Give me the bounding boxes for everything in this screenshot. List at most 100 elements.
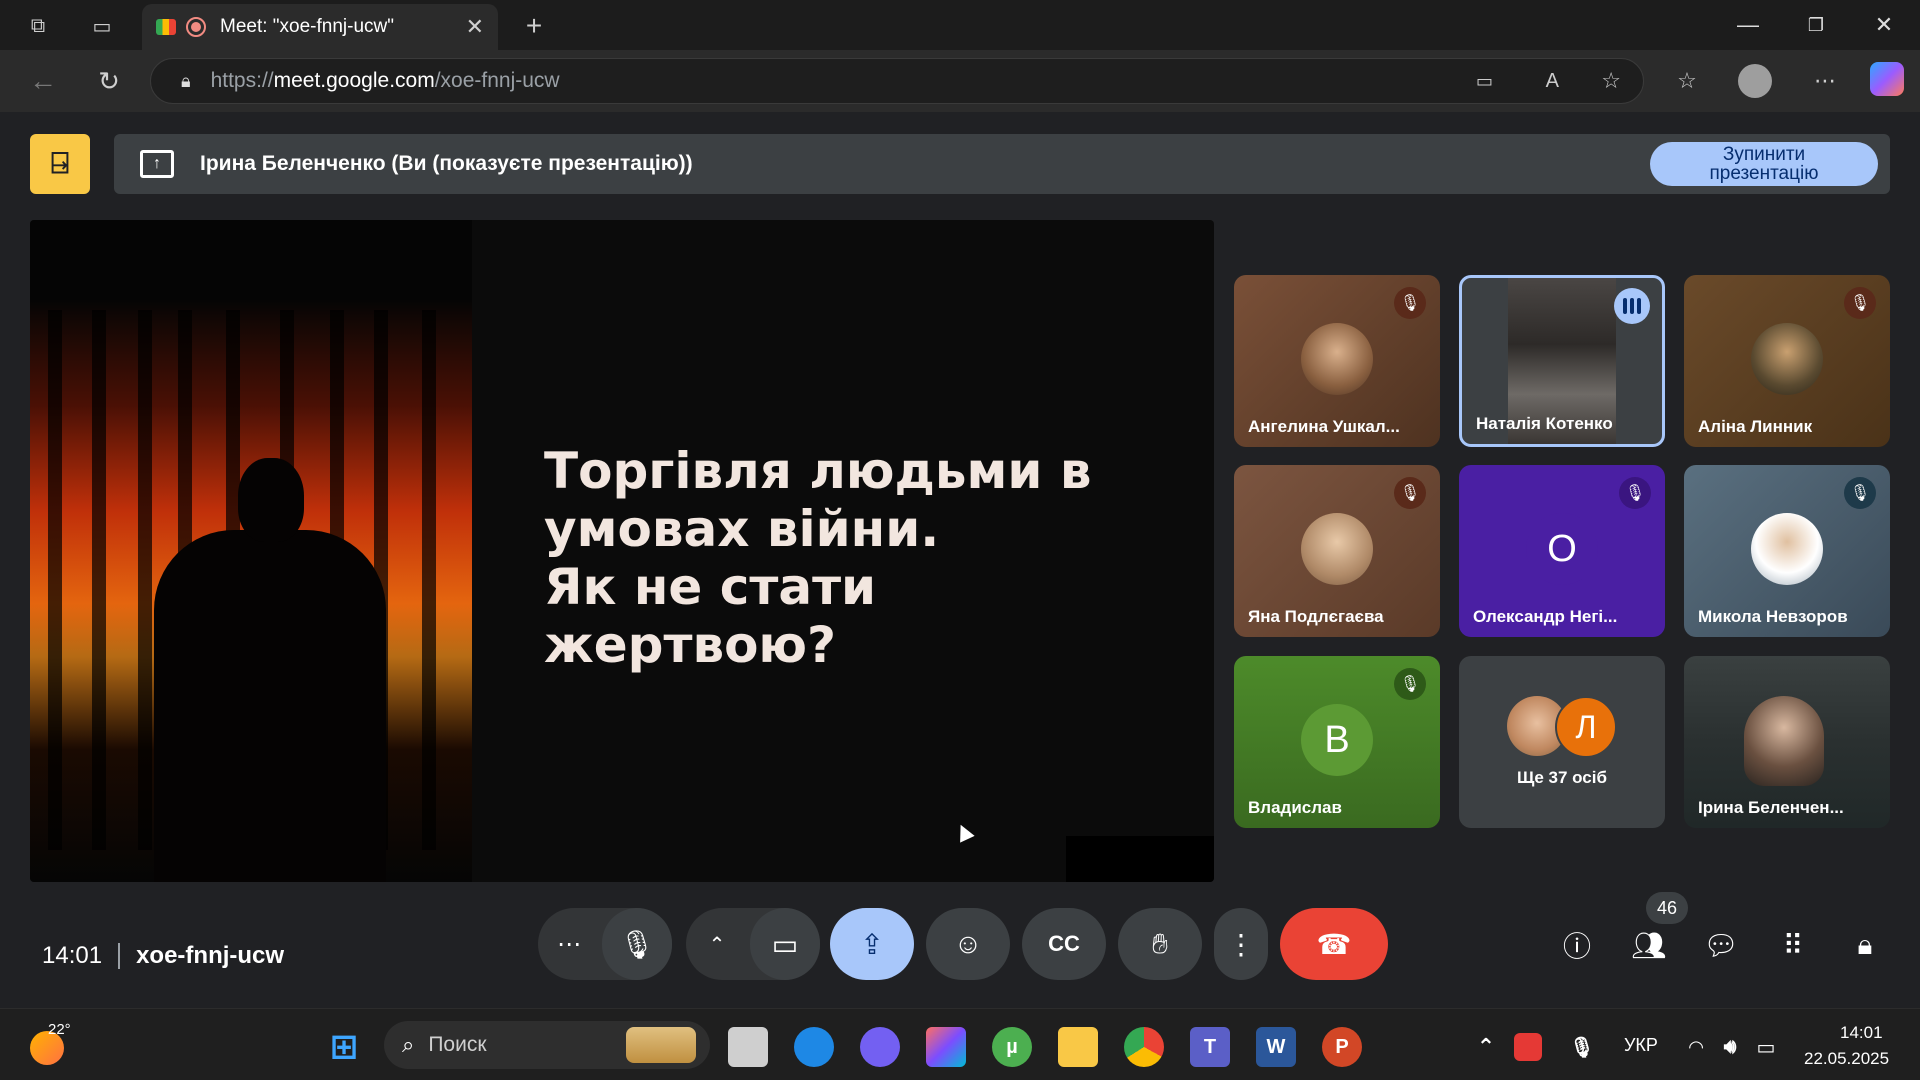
self-video-tile[interactable]: Ірина Беленчен... bbox=[1684, 656, 1890, 828]
search-highlight-icon bbox=[626, 1027, 696, 1063]
edge-icon[interactable] bbox=[794, 1027, 834, 1067]
more-participants-tile[interactable]: Л Ще 37 осіб bbox=[1459, 656, 1665, 828]
meeting-time: 14:01 bbox=[42, 942, 103, 969]
viber-icon[interactable] bbox=[860, 1027, 900, 1067]
windows-start-icon[interactable]: ⊞ bbox=[324, 1027, 364, 1067]
participant-tile[interactable]: В 🎙︎ Владислав bbox=[1234, 656, 1440, 828]
workspaces-icon[interactable]: ⧉ bbox=[24, 12, 52, 40]
anydesk-icon[interactable] bbox=[1514, 1033, 1542, 1061]
slide-title-line-3: Як не стати жертвою? bbox=[544, 558, 877, 674]
slide-title-line-2: умовах війни. bbox=[544, 500, 940, 558]
utorrent-icon[interactable]: µ bbox=[992, 1027, 1032, 1067]
back-icon[interactable]: ← bbox=[28, 65, 58, 96]
volume-icon[interactable]: 🔊︎ bbox=[1710, 1027, 1750, 1067]
participant-name: Микола Невзоров bbox=[1698, 607, 1848, 626]
refresh-icon[interactable]: ↻ bbox=[94, 66, 124, 96]
participant-tile[interactable]: Наталія Котенко bbox=[1459, 275, 1665, 447]
profile-avatar-icon[interactable] bbox=[1738, 64, 1772, 98]
participant-tile[interactable]: 🎙︎ Аліна Линник bbox=[1684, 275, 1890, 447]
chat-icon[interactable]: 💬︎ bbox=[1698, 922, 1744, 968]
participant-tile[interactable]: 🎙︎ Яна Подлєгаєва bbox=[1234, 465, 1440, 637]
avatar bbox=[1751, 513, 1823, 585]
participant-tile[interactable]: О 🎙︎ Олександр Негі... bbox=[1459, 465, 1665, 637]
participant-tile[interactable]: 🎙︎ Ангелина Ушкал... bbox=[1234, 275, 1440, 447]
new-tab-icon[interactable]: + bbox=[520, 10, 548, 41]
favorite-star-icon[interactable]: ☆ bbox=[1601, 68, 1621, 94]
teams-icon[interactable]: T bbox=[1190, 1027, 1230, 1067]
recording-icon bbox=[186, 17, 206, 37]
more-menu-icon[interactable]: ⋯ bbox=[1810, 66, 1840, 96]
taskbar-search[interactable]: ⌕ Поиск bbox=[384, 1021, 710, 1069]
powerpoint-icon[interactable]: P bbox=[1322, 1027, 1362, 1067]
microphone-icon[interactable]: 🎙︎ bbox=[1562, 1027, 1602, 1067]
avatar: Л bbox=[1555, 696, 1617, 758]
door-icon[interactable]: ⍈ bbox=[30, 134, 90, 194]
file-explorer-icon[interactable] bbox=[1058, 1027, 1098, 1067]
weather-temp: 22° bbox=[48, 1021, 71, 1038]
mic-off-icon: 🎙︎ bbox=[1394, 287, 1426, 319]
stop-presenting-button[interactable]: Зупинити презентацію bbox=[1650, 142, 1878, 186]
emoji-icon[interactable]: ☺ bbox=[926, 908, 1010, 980]
present-screen-button[interactable]: ⇪ bbox=[830, 908, 914, 980]
browser-tab-bar: ⧉ ▭ Meet: "xoe-fnnj-ucw" ✕ + — ❐ ✕ bbox=[0, 0, 1920, 50]
host-controls-icon[interactable]: 🔒︎ bbox=[1842, 922, 1888, 968]
read-aloud-icon[interactable]: A bbox=[1546, 70, 1559, 93]
presenting-banner: ↑ Ірина Беленченко (Ви (показуєте презен… bbox=[114, 134, 1890, 194]
mic-icon[interactable]: 🎙︎ bbox=[602, 908, 672, 980]
mic-off-icon: 🎙︎ bbox=[1619, 477, 1651, 509]
avatar: О bbox=[1526, 513, 1598, 585]
mic-off-icon: 🎙︎ bbox=[1394, 668, 1426, 700]
chevron-up-icon[interactable]: ⌃ bbox=[686, 908, 748, 980]
url-field[interactable]: 🔒︎ https://meet.google.com/xoe-fnnj-ucw … bbox=[150, 58, 1644, 104]
minimize-icon[interactable]: — bbox=[1728, 8, 1768, 42]
activities-icon[interactable]: ⠿ bbox=[1770, 922, 1816, 968]
participant-video bbox=[1744, 696, 1824, 786]
tab-actions-icon[interactable]: ▭ bbox=[88, 12, 116, 40]
meet-area: ⍈ ↑ Ірина Беленченко (Ви (показуєте през… bbox=[6, 112, 1914, 1004]
copilot-app-icon[interactable] bbox=[926, 1027, 966, 1067]
tab-title: Meet: "xoe-fnnj-ucw" bbox=[220, 16, 394, 37]
lock-icon: 🔒︎ bbox=[181, 70, 191, 91]
info-icon[interactable]: ⓘ bbox=[1554, 922, 1600, 968]
meeting-info: 14:01 xoe-fnnj-ucw bbox=[42, 942, 284, 970]
participant-name: Наталія Котенко bbox=[1476, 414, 1613, 433]
participant-name: Владислав bbox=[1248, 798, 1342, 817]
camera-icon[interactable]: ▭ bbox=[750, 908, 820, 980]
speaking-indicator-icon bbox=[1614, 288, 1650, 324]
camera-in-use-icon[interactable]: ▭ bbox=[1476, 71, 1493, 92]
people-icon[interactable]: 👥︎ bbox=[1626, 922, 1672, 968]
captions-icon[interactable]: CC bbox=[1022, 908, 1106, 980]
language-indicator[interactable]: УКР bbox=[1624, 1035, 1658, 1056]
battery-icon[interactable]: ▭ bbox=[1746, 1027, 1786, 1067]
audio-options-icon[interactable]: ⋯ bbox=[538, 908, 600, 980]
avatar bbox=[1301, 513, 1373, 585]
close-tab-icon[interactable]: ✕ bbox=[466, 14, 484, 40]
favorites-icon[interactable]: ☆ bbox=[1672, 66, 1702, 96]
close-window-icon[interactable]: ✕ bbox=[1864, 8, 1904, 42]
participant-name: Ангелина Ушкал... bbox=[1248, 417, 1400, 436]
participant-name: Яна Подлєгаєва bbox=[1248, 607, 1384, 626]
chevron-up-icon[interactable]: ⌃ bbox=[1466, 1027, 1506, 1067]
mic-off-icon: 🎙︎ bbox=[1394, 477, 1426, 509]
meet-favicon-icon bbox=[156, 19, 176, 35]
clock-date[interactable]: 22.05.2025 bbox=[1804, 1049, 1889, 1069]
copilot-icon[interactable] bbox=[1870, 62, 1904, 96]
avatar bbox=[1301, 323, 1373, 395]
chrome-icon[interactable] bbox=[1124, 1027, 1164, 1067]
end-call-button[interactable]: ☎ bbox=[1280, 908, 1388, 980]
participant-name: Ірина Беленчен... bbox=[1698, 798, 1844, 817]
mic-off-icon: 🎙︎ bbox=[1844, 287, 1876, 319]
presentation-slide: Торгівля людьми в умовах війни. Як не ст… bbox=[30, 220, 1214, 882]
participant-count-badge: 46 bbox=[1646, 892, 1688, 924]
word-icon[interactable]: W bbox=[1256, 1027, 1296, 1067]
participant-tile[interactable]: 🎙︎ Микола Невзоров bbox=[1684, 465, 1890, 637]
clock-time[interactable]: 14:01 bbox=[1840, 1023, 1883, 1043]
raise-hand-icon[interactable]: ✋︎ bbox=[1118, 908, 1202, 980]
participant-name: Олександр Негі... bbox=[1473, 607, 1618, 626]
slide-title: Торгівля людьми в умовах війни. Як не ст… bbox=[544, 442, 1184, 674]
url-text: https://meet.google.com/xoe-fnnj-ucw bbox=[210, 69, 560, 92]
task-view-icon[interactable] bbox=[728, 1027, 768, 1067]
tab-meet[interactable]: Meet: "xoe-fnnj-ucw" ✕ bbox=[142, 4, 498, 50]
restore-icon[interactable]: ❐ bbox=[1796, 8, 1836, 42]
more-options-icon[interactable]: ⋮ bbox=[1214, 908, 1268, 980]
